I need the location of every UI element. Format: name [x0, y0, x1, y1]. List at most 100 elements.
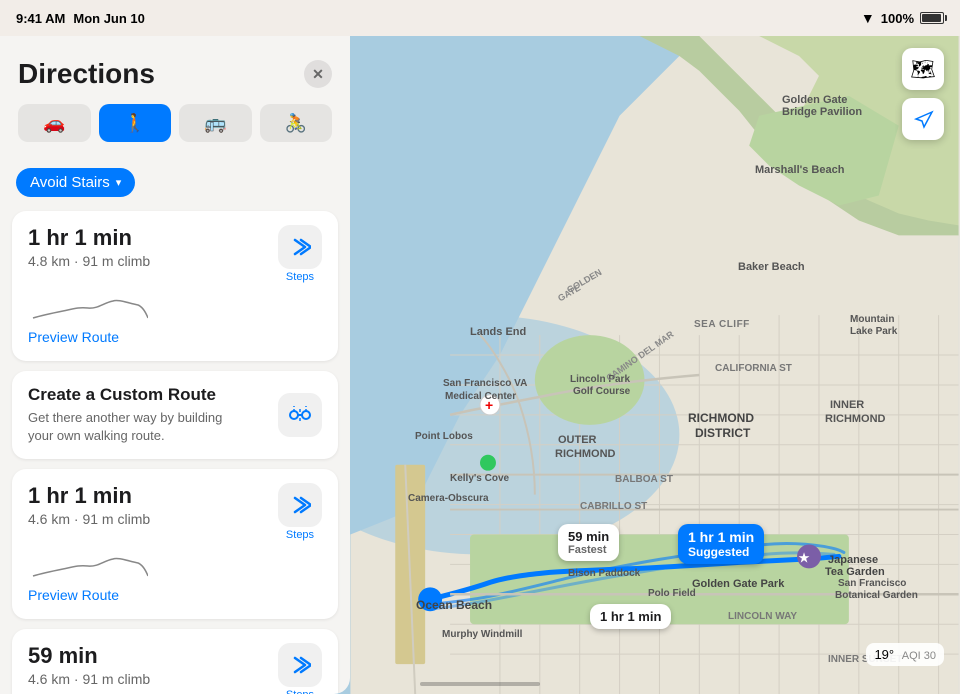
- custom-route-description: Get there another way by building your o…: [28, 409, 238, 445]
- map-label-mountain-lake2: Lake Park: [850, 326, 897, 337]
- map-label-murphy: Murphy Windmill: [442, 629, 522, 640]
- bike-icon: 🚴: [285, 113, 307, 134]
- map-label-lincoln-park2: Golf Course: [573, 386, 630, 397]
- route-card-3-header: 59 min 4.6 km · 91 m climb Steps: [28, 643, 322, 694]
- map-label-sf-botanical2: Botanical Garden: [835, 590, 918, 601]
- mode-bike[interactable]: 🚴: [260, 104, 333, 142]
- map-label-marshalls: Marshall's Beach: [755, 164, 844, 176]
- custom-route-title: Create a Custom Route: [28, 385, 238, 405]
- close-button[interactable]: ✕: [304, 60, 332, 88]
- route-1-steps-button[interactable]: Steps: [278, 225, 322, 283]
- map-label-japanese-tea2: Tea Garden: [825, 566, 885, 578]
- battery-icon: [920, 12, 944, 24]
- date: Mon Jun 10: [73, 11, 145, 26]
- custom-route-icon: [278, 393, 322, 437]
- sidebar-panel: Directions ✕ 🚗 🚶 🚌 🚴 Ocean Beach ≡: [0, 36, 350, 694]
- map-label-golden-gate-park: Golden Gate Park: [692, 578, 784, 590]
- layers-button[interactable]: 🗺: [902, 48, 944, 90]
- map-label-cabrillo: CABRILLO ST: [580, 501, 647, 512]
- route-card-1-header: 1 hr 1 min 4.8 km · 91 m climb Steps: [28, 225, 322, 283]
- map-label-richmond: RICHMOND: [688, 411, 754, 425]
- route-1-info: 1 hr 1 min 4.8 km · 91 m climb: [28, 225, 150, 269]
- avoid-stairs-label: Avoid Stairs: [30, 174, 110, 191]
- custom-route-card[interactable]: Create a Custom Route Get there another …: [12, 371, 338, 459]
- map-label-japanese-tea: Japanese: [828, 554, 878, 566]
- route-2-steps-button[interactable]: Steps: [278, 483, 322, 541]
- temperature-value: 19°: [874, 647, 894, 662]
- route-2-details: 4.6 km · 91 m climb: [28, 511, 150, 527]
- callout-fastest-label: Fastest: [568, 544, 609, 556]
- battery-fill: [922, 14, 941, 22]
- map-label-ocean-beach: Ocean Beach: [416, 598, 492, 612]
- steps-icon-1: [278, 225, 322, 269]
- route-1-preview-link[interactable]: Preview Route: [28, 329, 119, 345]
- map-buttons: 🗺: [902, 48, 944, 140]
- route-3-info: 59 min 4.6 km · 91 m climb: [28, 643, 150, 687]
- map-label-mountain-lake: Mountain: [850, 314, 894, 325]
- route-card-2-header: 1 hr 1 min 4.6 km · 91 m climb Steps: [28, 483, 322, 541]
- sidebar-title: Directions: [18, 58, 155, 90]
- map-label-lands-end: Lands End: [470, 326, 526, 338]
- route-2-steps-label: Steps: [286, 529, 314, 541]
- mode-transit[interactable]: 🚌: [179, 104, 252, 142]
- avoid-stairs-button[interactable]: Avoid Stairs ▾: [16, 168, 135, 197]
- route-2-preview-link[interactable]: Preview Route: [28, 587, 119, 603]
- route-1-elevation: [28, 293, 322, 323]
- time: 9:41 AM: [16, 11, 65, 26]
- status-bar: 9:41 AM Mon Jun 10 ▼ 100%: [0, 0, 960, 36]
- callout-suggested-label: Suggested: [688, 545, 754, 559]
- route-3-details: 4.6 km · 91 m climb: [28, 671, 150, 687]
- status-bar-left: 9:41 AM Mon Jun 10: [16, 11, 145, 26]
- route-card-2: 1 hr 1 min 4.6 km · 91 m climb Steps Pre…: [12, 469, 338, 619]
- mode-car[interactable]: 🚗: [18, 104, 91, 142]
- custom-route-text: Create a Custom Route Get there another …: [28, 385, 238, 445]
- map-label-california: CALIFORNIA ST: [715, 363, 792, 374]
- sidebar-header: Directions ✕: [0, 46, 350, 98]
- callout-plain[interactable]: 1 hr 1 min: [590, 604, 671, 629]
- filter-section: Avoid Stairs ▾: [0, 154, 350, 211]
- callout-fastest-time: 59 min: [568, 529, 609, 544]
- callout-fastest[interactable]: 59 min Fastest: [558, 524, 619, 561]
- mode-walk[interactable]: 🚶: [99, 104, 172, 142]
- home-indicator: [420, 682, 540, 686]
- map-label-baker: Baker Beach: [738, 261, 805, 273]
- transit-icon: 🚌: [204, 113, 226, 134]
- map-label-camera: Camera-Obscura: [408, 493, 489, 504]
- route-card-1: 1 hr 1 min 4.8 km · 91 m climb Steps Pre…: [12, 211, 338, 361]
- map-label-polo: Polo Field: [648, 588, 696, 599]
- map-label-golden-gate-bridge2: Bridge Pavilion: [782, 106, 862, 118]
- callout-plain-time: 1 hr 1 min: [600, 609, 661, 624]
- wifi-icon: ▼: [861, 10, 875, 26]
- callout-suggested[interactable]: 1 hr 1 min Suggested: [678, 524, 764, 564]
- route-card-3: 59 min 4.6 km · 91 m climb Steps: [12, 629, 338, 694]
- route-2-time: 1 hr 1 min: [28, 483, 150, 509]
- status-bar-right: ▼ 100%: [861, 10, 944, 26]
- map-label-balboa: BALBOA ST: [615, 474, 673, 485]
- temperature-badge: 19° AQI 30: [866, 643, 944, 666]
- map-label-richmond2: DISTRICT: [695, 426, 750, 440]
- route-2-info: 1 hr 1 min 4.6 km · 91 m climb: [28, 483, 150, 527]
- map-label-inner-richmond2: RICHMOND: [825, 413, 886, 425]
- map-label-inner-richmond: INNER: [830, 399, 864, 411]
- route-3-time: 59 min: [28, 643, 150, 669]
- battery-label: 100%: [881, 11, 914, 26]
- map-label-lincoln-park: Lincoln Park: [570, 374, 630, 385]
- route-3-steps-button[interactable]: Steps: [278, 643, 322, 694]
- map-label-sf-va: San Francisco VA: [443, 378, 527, 389]
- map-label-golden-gate-bridge: Golden Gate: [782, 94, 847, 106]
- route-1-steps-label: Steps: [286, 271, 314, 283]
- map-label-bison: Bison Paddock: [568, 568, 640, 579]
- transport-modes: 🚗 🚶 🚌 🚴: [0, 98, 350, 154]
- map-label-outer-richmond: OUTER: [558, 434, 597, 446]
- location-button[interactable]: [902, 98, 944, 140]
- map-label-lincoln-way: LINCOLN WAY: [728, 611, 797, 622]
- svg-text:★: ★: [798, 549, 811, 565]
- car-icon: 🚗: [43, 113, 65, 134]
- route-3-steps-label: Steps: [286, 689, 314, 694]
- route-1-details: 4.8 km · 91 m climb: [28, 253, 150, 269]
- walk-icon: 🚶: [124, 113, 146, 134]
- steps-icon-2: [278, 483, 322, 527]
- steps-icon-3: [278, 643, 322, 687]
- map-label-sf-botanical: San Francisco: [838, 578, 906, 589]
- map-label-sea-cliff: SEA CLIFF: [694, 319, 750, 330]
